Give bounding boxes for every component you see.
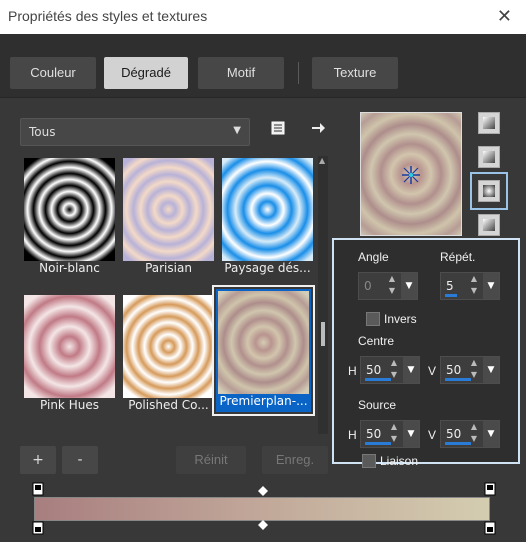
tab-texture[interactable]: Texture [312, 57, 398, 89]
save-button[interactable]: Enreg. [262, 446, 328, 474]
link-checkbox[interactable] [362, 454, 376, 468]
source-v-value: 50 [446, 427, 462, 441]
category-value: Tous [29, 125, 56, 139]
export-arrow-icon[interactable] [310, 120, 326, 140]
gradient-item[interactable]: Noir-blanc [22, 156, 117, 279]
source-v-label: V [428, 428, 437, 442]
scrollbar-thumb[interactable] [321, 322, 325, 346]
sunburst-style-icon[interactable] [478, 214, 500, 236]
chevron-down-icon[interactable]: ▼ [483, 357, 499, 383]
gradient-preview[interactable] [360, 112, 462, 236]
center-h-value: 50 [366, 363, 382, 377]
gradient-swatch [24, 295, 115, 398]
style-swatch [483, 117, 495, 129]
style-swatch [483, 185, 495, 197]
gradient-label: Parisian [145, 261, 192, 275]
gradient-swatch [24, 158, 115, 261]
gradient-item[interactable]: Parisian [121, 156, 216, 279]
gradient-settings-popup: Angle Répét. 0 ▲ ▼ ▼ 5 ▲ ▼ ▼ Invers Centre… [332, 238, 520, 468]
chevron-down-icon[interactable]: ▼ [403, 421, 419, 447]
gradient-label: Polished Co... [128, 398, 209, 412]
center-label: Centre [358, 334, 395, 348]
repeat-value: 5 [446, 279, 454, 293]
value-bar [445, 378, 471, 381]
remove-button[interactable]: - [62, 446, 98, 474]
source-h-label: H [348, 428, 357, 442]
gradient-label: Paysage dés... [224, 261, 311, 275]
gradient-swatch [123, 295, 214, 398]
style-swatch [483, 151, 495, 163]
style-swatch [483, 219, 495, 231]
gradient-swatch [123, 158, 214, 261]
tab-degrade[interactable]: Dégradé [104, 57, 188, 89]
repeat-spinner[interactable]: 5 ▲ ▼ ▼ [440, 272, 500, 300]
center-crosshair-icon[interactable] [401, 165, 421, 185]
source-h-value: 50 [366, 427, 382, 441]
gradient-label: Noir-blanc [39, 261, 100, 275]
value-bar [365, 442, 391, 445]
chevron-down-icon: ▼ [233, 125, 241, 136]
value-bar [445, 294, 457, 297]
title-bar: Propriétés des styles et textures ✕ [0, 0, 526, 34]
angle-label: Angle [358, 250, 389, 264]
chevron-down-icon[interactable]: ▼ [483, 421, 499, 447]
center-v-spinner[interactable]: 50 ▲ ▼ ▼ [440, 356, 500, 384]
chevron-down-icon: ▼ [401, 273, 417, 299]
gradient-swatch [222, 158, 313, 261]
source-label: Source [358, 398, 397, 412]
start-opacity-marker[interactable] [32, 521, 44, 538]
angle-value: 0 [364, 279, 372, 293]
window-title: Propriétés des styles et textures [8, 8, 208, 24]
gradient-item-selected[interactable]: Premierplan-... [212, 285, 315, 416]
gradient-swatch [218, 291, 309, 394]
value-bar [365, 378, 391, 381]
reset-button[interactable]: Réinit [176, 446, 246, 474]
source-v-spinner[interactable]: 50 ▲ ▼ ▼ [440, 420, 500, 448]
invert-label: Invers [384, 312, 417, 326]
gradient-grid: Noir-blanc Parisian Paysage dés... Pink … [20, 152, 332, 434]
grid-scrollbar[interactable]: ▲ [318, 156, 328, 434]
chevron-down-icon[interactable]: ▼ [483, 273, 499, 299]
linear-style-icon[interactable] [478, 112, 500, 134]
spinner-arrows-icon: ▲ ▼ [388, 274, 396, 295]
invert-checkbox[interactable] [366, 312, 380, 326]
repeat-label: Répét. [440, 250, 476, 264]
rectangular-style-icon[interactable] [478, 146, 500, 168]
source-h-spinner[interactable]: 50 ▲ ▼ ▼ [360, 420, 420, 448]
add-button[interactable]: + [20, 446, 56, 474]
gradient-editor-strip[interactable] [34, 497, 490, 521]
gradient-item[interactable]: Paysage dés... [220, 156, 315, 279]
file-locations-icon[interactable] [270, 120, 286, 140]
tab-couleur[interactable]: Couleur [10, 57, 96, 89]
gradient-label: Premierplan-... [216, 394, 311, 412]
center-h-label: H [348, 364, 357, 378]
link-label: Liaison [380, 454, 419, 468]
close-icon[interactable]: ✕ [497, 6, 512, 27]
center-v-value: 50 [446, 363, 462, 377]
gradient-item[interactable]: Pink Hues [22, 293, 117, 416]
chevron-down-icon[interactable]: ▼ [403, 357, 419, 383]
radial-style-icon[interactable] [470, 172, 508, 210]
scroll-up-icon[interactable]: ▲ [319, 156, 325, 165]
tab-bar: Couleur Dégradé Motif Texture [0, 34, 526, 98]
category-dropdown[interactable]: Tous ▼ [20, 118, 250, 146]
gradient-item[interactable]: Polished Co... [121, 293, 216, 416]
tab-motif[interactable]: Motif [198, 57, 284, 89]
angle-spinner: 0 ▲ ▼ ▼ [358, 272, 418, 300]
value-bar [445, 442, 471, 445]
center-v-label: V [428, 364, 437, 378]
tab-divider [298, 62, 299, 84]
midpoint-marker-bottom[interactable] [258, 520, 268, 533]
spinner-arrows-icon[interactable]: ▲ ▼ [467, 273, 481, 299]
end-opacity-marker[interactable] [484, 521, 496, 538]
gradient-label: Pink Hues [40, 398, 99, 412]
center-h-spinner[interactable]: 50 ▲ ▼ ▼ [360, 356, 420, 384]
